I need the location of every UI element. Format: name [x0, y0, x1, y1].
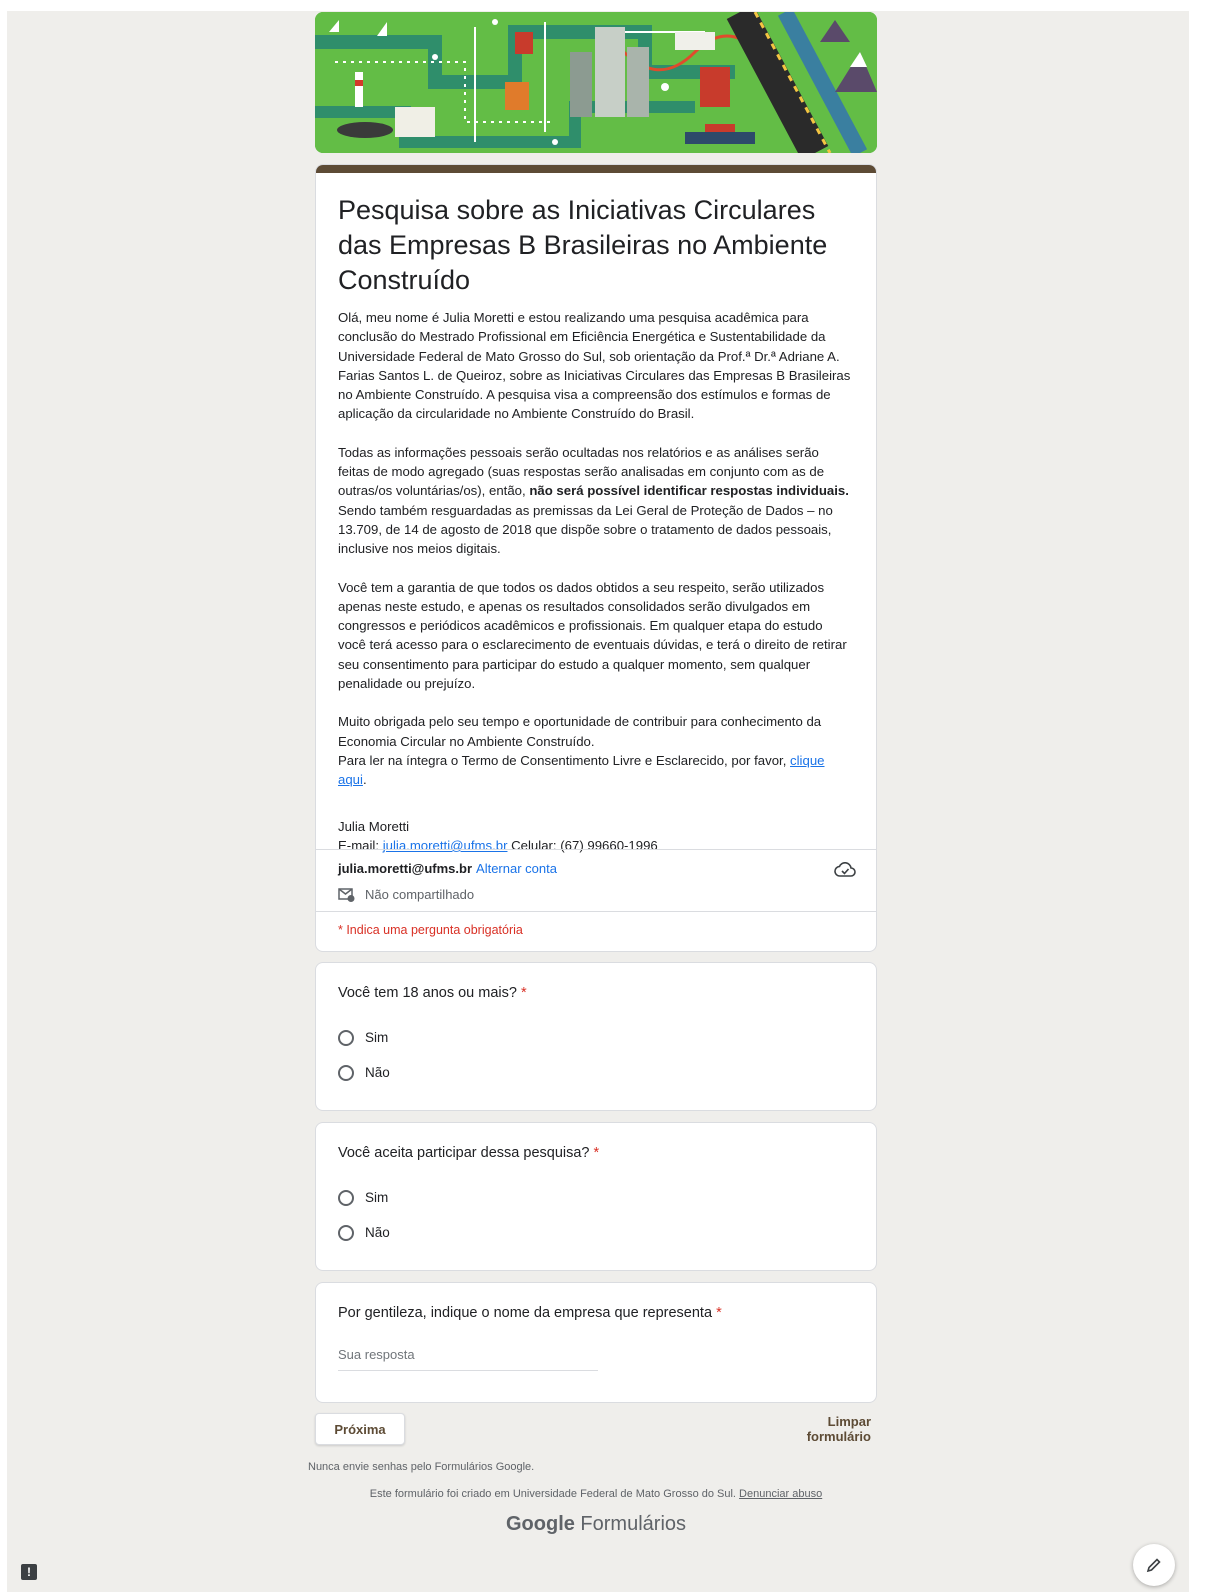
question-text: Por gentileza, indique o nome da empresa…	[338, 1305, 713, 1321]
question-text: Você aceita participar dessa pesquisa?	[338, 1145, 590, 1161]
company-name-input[interactable]	[338, 1341, 598, 1371]
form-header-card: Pesquisa sobre as Iniciativas Circulares…	[315, 164, 877, 952]
description-bold-text: não será possível identificar respostas …	[529, 483, 849, 499]
question-title: Você tem 18 anos ou mais? *	[338, 985, 854, 1001]
question-title: Por gentileza, indique o nome da empresa…	[338, 1305, 854, 1321]
created-by-text: Este formulário foi criado em Universida…	[369, 1488, 740, 1500]
question-card-consent: Você aceita participar dessa pesquisa? *…	[315, 1122, 877, 1271]
accent-bar	[316, 165, 876, 173]
mail-not-shared-icon	[338, 887, 355, 902]
option-label: Não	[365, 1065, 390, 1080]
sharing-status-text: Não compartilhado	[365, 887, 475, 902]
clear-form-button[interactable]: Limpar formulário	[757, 1413, 877, 1445]
password-warning: Nunca envie senhas pelo Formulários Goog…	[308, 1461, 535, 1473]
description-paragraph: Olá, meu nome é Julia Moretti e estou re…	[338, 310, 851, 422]
description-paragraph: Você tem a garantia de que todos os dado…	[338, 579, 847, 692]
required-notice: * Indica uma pergunta obrigatória	[316, 911, 876, 951]
radio-button[interactable]	[338, 1064, 354, 1081]
brand-forms: Formulários	[574, 1513, 687, 1535]
google-forms-logo[interactable]: Google Formulários	[315, 1513, 877, 1536]
next-button[interactable]: Próxima	[315, 1413, 405, 1445]
description-paragraph: Muito obrigada pelo seu tempo e oportuni…	[338, 712, 854, 789]
question-card-company: Por gentileza, indique o nome da empresa…	[315, 1282, 877, 1403]
description-text: Muito obrigada pelo seu tempo e oportuni…	[338, 714, 822, 749]
radio-button[interactable]	[338, 1029, 354, 1046]
brand-google: Google	[505, 1513, 575, 1535]
question-text: Você tem 18 anos ou mais?	[338, 985, 517, 1001]
feedback-icon[interactable]: !	[21, 1564, 37, 1580]
radio-option-nao[interactable]: Não	[338, 1215, 854, 1250]
edit-pencil-button[interactable]	[1133, 1544, 1175, 1586]
question-card-age: Você tem 18 anos ou mais? * Sim Não	[315, 962, 877, 1111]
required-asterisk: *	[716, 1305, 722, 1321]
radio-option-nao[interactable]: Não	[338, 1055, 854, 1090]
description-text: Para ler na íntegra o Termo de Consentim…	[338, 752, 791, 768]
form-title: Pesquisa sobre as Iniciativas Circulares…	[338, 195, 828, 295]
switch-account-link[interactable]: Alternar conta	[476, 861, 557, 876]
description-paragraph: Todas as informações pessoais serão ocul…	[338, 443, 854, 559]
radio-option-sim[interactable]: Sim	[338, 1180, 854, 1215]
pencil-icon	[1146, 1558, 1161, 1573]
description-text: .	[362, 772, 367, 788]
cloud-saved-icon	[834, 862, 856, 877]
account-row: julia.moretti@ufms.br Alternar conta Não …	[316, 849, 876, 911]
description-text: Sendo também resguardadas as premissas d…	[338, 502, 833, 557]
form-description: Olá, meu nome é Julia Moretti e estou re…	[338, 308, 854, 790]
option-label: Sim	[365, 1030, 389, 1045]
question-title: Você aceita participar dessa pesquisa? *	[338, 1145, 854, 1161]
option-label: Não	[365, 1225, 390, 1240]
sharing-status: Não compartilhado	[338, 887, 854, 902]
radio-option-sim[interactable]: Sim	[338, 1020, 854, 1055]
signature-name: Julia Moretti	[338, 818, 410, 834]
required-asterisk: *	[520, 985, 527, 1001]
option-label: Sim	[365, 1190, 389, 1205]
required-asterisk: *	[593, 1145, 600, 1161]
header-banner-image	[315, 12, 877, 153]
created-by-notice: Este formulário foi criado em Universida…	[315, 1488, 877, 1500]
radio-button[interactable]	[338, 1224, 354, 1241]
radio-button[interactable]	[338, 1189, 354, 1206]
report-abuse-link[interactable]: Denunciar abuso	[739, 1488, 822, 1500]
account-email: julia.moretti@ufms.br	[338, 861, 473, 876]
